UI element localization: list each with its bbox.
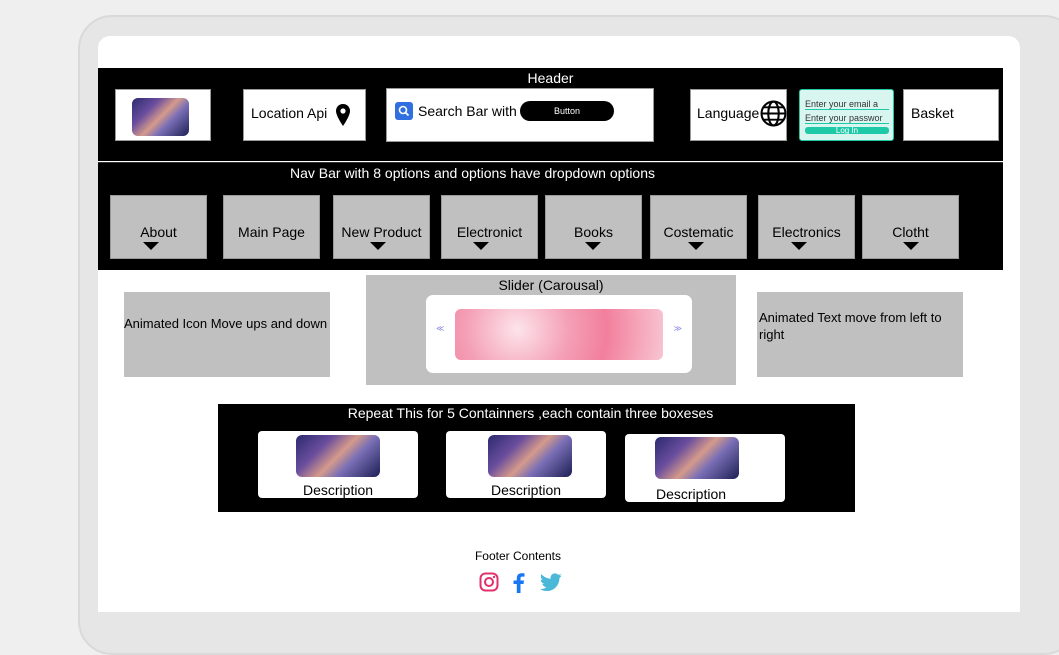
animated-icon-box: Animated Icon Move ups and down xyxy=(124,292,330,377)
card-description: Description xyxy=(490,482,562,498)
nav-item-main-page[interactable]: Main Page xyxy=(223,195,320,259)
container-title: Repeat This for 5 Containners ,each cont… xyxy=(347,405,714,421)
nav-item-label: Electronics xyxy=(772,224,841,240)
basket-label: Basket xyxy=(911,105,954,121)
nav-item-label: Costematic xyxy=(663,224,734,240)
navbar: Nav Bar with 8 options and options have … xyxy=(98,162,1003,270)
search-input[interactable]: Search Bar with I xyxy=(418,103,518,119)
slider-title: Slider (Carousal) xyxy=(498,277,604,293)
language-box[interactable]: Language xyxy=(690,89,787,141)
navbar-title: Nav Bar with 8 options and options have … xyxy=(289,165,655,181)
carousel-image xyxy=(455,309,663,360)
animated-icon-label: Animated Icon Move ups and down xyxy=(124,316,328,331)
password-field[interactable]: Enter your passwor xyxy=(805,113,889,124)
nav-item-books[interactable]: Books xyxy=(545,195,642,259)
nav-item-electronict[interactable]: Electronict xyxy=(441,195,538,259)
footer-text: Footer Contents xyxy=(474,549,562,563)
logo-image xyxy=(132,98,189,136)
chevron-down-icon xyxy=(370,242,386,250)
nav-item-label: Clotht xyxy=(892,224,929,240)
search-icon[interactable] xyxy=(395,102,413,120)
nav-item-electronics[interactable]: Electronics xyxy=(758,195,855,259)
login-form: Enter your email a Enter your passwor Lo… xyxy=(799,89,894,141)
basket-box[interactable]: Basket xyxy=(903,89,999,141)
logo-box[interactable] xyxy=(115,89,211,141)
map-pin-icon xyxy=(336,104,350,126)
search-box[interactable]: Search Bar with I Button xyxy=(386,88,654,142)
card-image xyxy=(296,435,380,477)
location-box[interactable]: Location Api xyxy=(243,89,366,141)
facebook-icon[interactable] xyxy=(512,572,525,593)
card-description: Description xyxy=(655,486,727,502)
card-image xyxy=(655,437,739,479)
card-description: Description xyxy=(302,482,374,498)
chevron-down-icon xyxy=(903,242,919,250)
nav-item-label: Main Page xyxy=(238,224,305,240)
nav-item-label: Books xyxy=(574,224,613,240)
product-card[interactable]: Description xyxy=(258,431,418,498)
carousel-next-icon[interactable]: ≫ xyxy=(674,324,682,333)
animated-text-box: Animated Text move from left to right xyxy=(757,292,963,377)
chevron-down-icon xyxy=(688,242,704,250)
chevron-down-icon xyxy=(585,242,601,250)
twitter-icon[interactable] xyxy=(540,573,562,592)
screen: Header Location Api Search Bar with I Bu… xyxy=(98,36,1020,612)
chevron-down-icon xyxy=(143,242,159,250)
product-card[interactable]: Description xyxy=(446,431,606,498)
nav-item-new-product[interactable]: New Product xyxy=(333,195,430,259)
nav-item-about[interactable]: About xyxy=(110,195,207,259)
instagram-icon[interactable] xyxy=(479,572,499,592)
chevron-down-icon xyxy=(473,242,489,250)
carousel[interactable]: ≪ ≫ xyxy=(426,295,692,373)
header: Header Location Api Search Bar with I Bu… xyxy=(98,68,1003,161)
animated-text-label: Animated Text move from left to right xyxy=(759,310,942,342)
login-button[interactable]: Log In xyxy=(805,127,889,134)
nav-item-clotht[interactable]: Clotht xyxy=(862,195,959,259)
email-field[interactable]: Enter your email a xyxy=(805,99,889,110)
globe-icon xyxy=(760,100,787,127)
nav-item-label: New Product xyxy=(341,224,422,240)
search-button[interactable]: Button xyxy=(520,101,614,121)
header-title: Header xyxy=(527,70,574,86)
location-label: Location Api xyxy=(251,105,328,121)
repeat-container: Repeat This for 5 Containners ,each cont… xyxy=(218,404,855,512)
language-label: Language xyxy=(697,105,760,121)
nav-item-costematic[interactable]: Costematic xyxy=(650,195,747,259)
nav-item-label: About xyxy=(140,224,177,240)
carousel-prev-icon[interactable]: ≪ xyxy=(436,324,444,333)
slider-section: Slider (Carousal) ≪ ≫ xyxy=(366,275,736,385)
card-image xyxy=(488,435,572,477)
product-card[interactable]: Description xyxy=(625,434,785,502)
chevron-down-icon xyxy=(791,242,807,250)
nav-item-label: Electronict xyxy=(456,224,523,240)
